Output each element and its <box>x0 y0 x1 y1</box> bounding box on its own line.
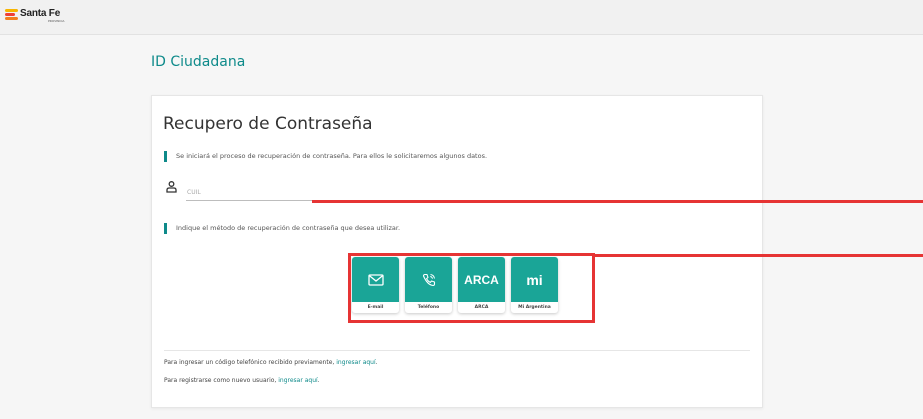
method-arca-button[interactable]: ARCA ARCA <box>458 257 505 313</box>
logo-subtitle: PROVINCIA <box>48 19 65 23</box>
method-phone-button[interactable]: Teléfono <box>405 257 452 313</box>
register-link[interactable]: ingresar aquí <box>278 377 317 384</box>
user-icon <box>166 181 177 193</box>
method-phone-label: Teléfono <box>417 305 440 310</box>
footer-code-line: Para ingresar un código telefónico recib… <box>164 359 378 366</box>
logo-title: Santa Fe <box>20 8 61 19</box>
enter-code-link[interactable]: ingresar aquí <box>336 359 375 366</box>
recovery-methods: E-mail Teléfono ARCA ARCA mi Mi Argentin… <box>352 257 558 313</box>
method-arca-label: ARCA <box>474 305 489 310</box>
method-mi-argentina-button[interactable]: mi Mi Argentina <box>511 257 558 313</box>
card-title: Recupero de Contraseña <box>163 114 373 134</box>
info-method-text: Indique el método de recuperación de con… <box>164 223 400 234</box>
santa-fe-logo[interactable]: Santa Fe PROVINCIA <box>5 9 64 23</box>
method-email-button[interactable]: E-mail <box>352 257 399 313</box>
footer-register-line: Para registrarse como nuevo usuario, ing… <box>164 377 320 384</box>
page-title: ID Ciudadana <box>151 54 246 70</box>
password-recovery-card: Recupero de Contraseña Se iniciará el pr… <box>151 95 763 408</box>
envelope-icon <box>367 273 384 286</box>
santa-fe-logo-icon <box>5 9 18 21</box>
method-mi-argentina-label: Mi Argentina <box>518 305 551 310</box>
divider <box>164 350 750 351</box>
top-bar: Santa Fe PROVINCIA <box>0 0 923 35</box>
arca-logo-text: ARCA <box>464 272 499 287</box>
mi-argentina-logo-text: mi <box>526 271 543 288</box>
method-email-label: E-mail <box>367 305 384 310</box>
phone-icon <box>422 273 435 286</box>
info-start-text: Se iniciará el proceso de recuperación d… <box>164 151 487 162</box>
cuil-input[interactable] <box>186 184 466 201</box>
cuil-field <box>164 181 466 203</box>
